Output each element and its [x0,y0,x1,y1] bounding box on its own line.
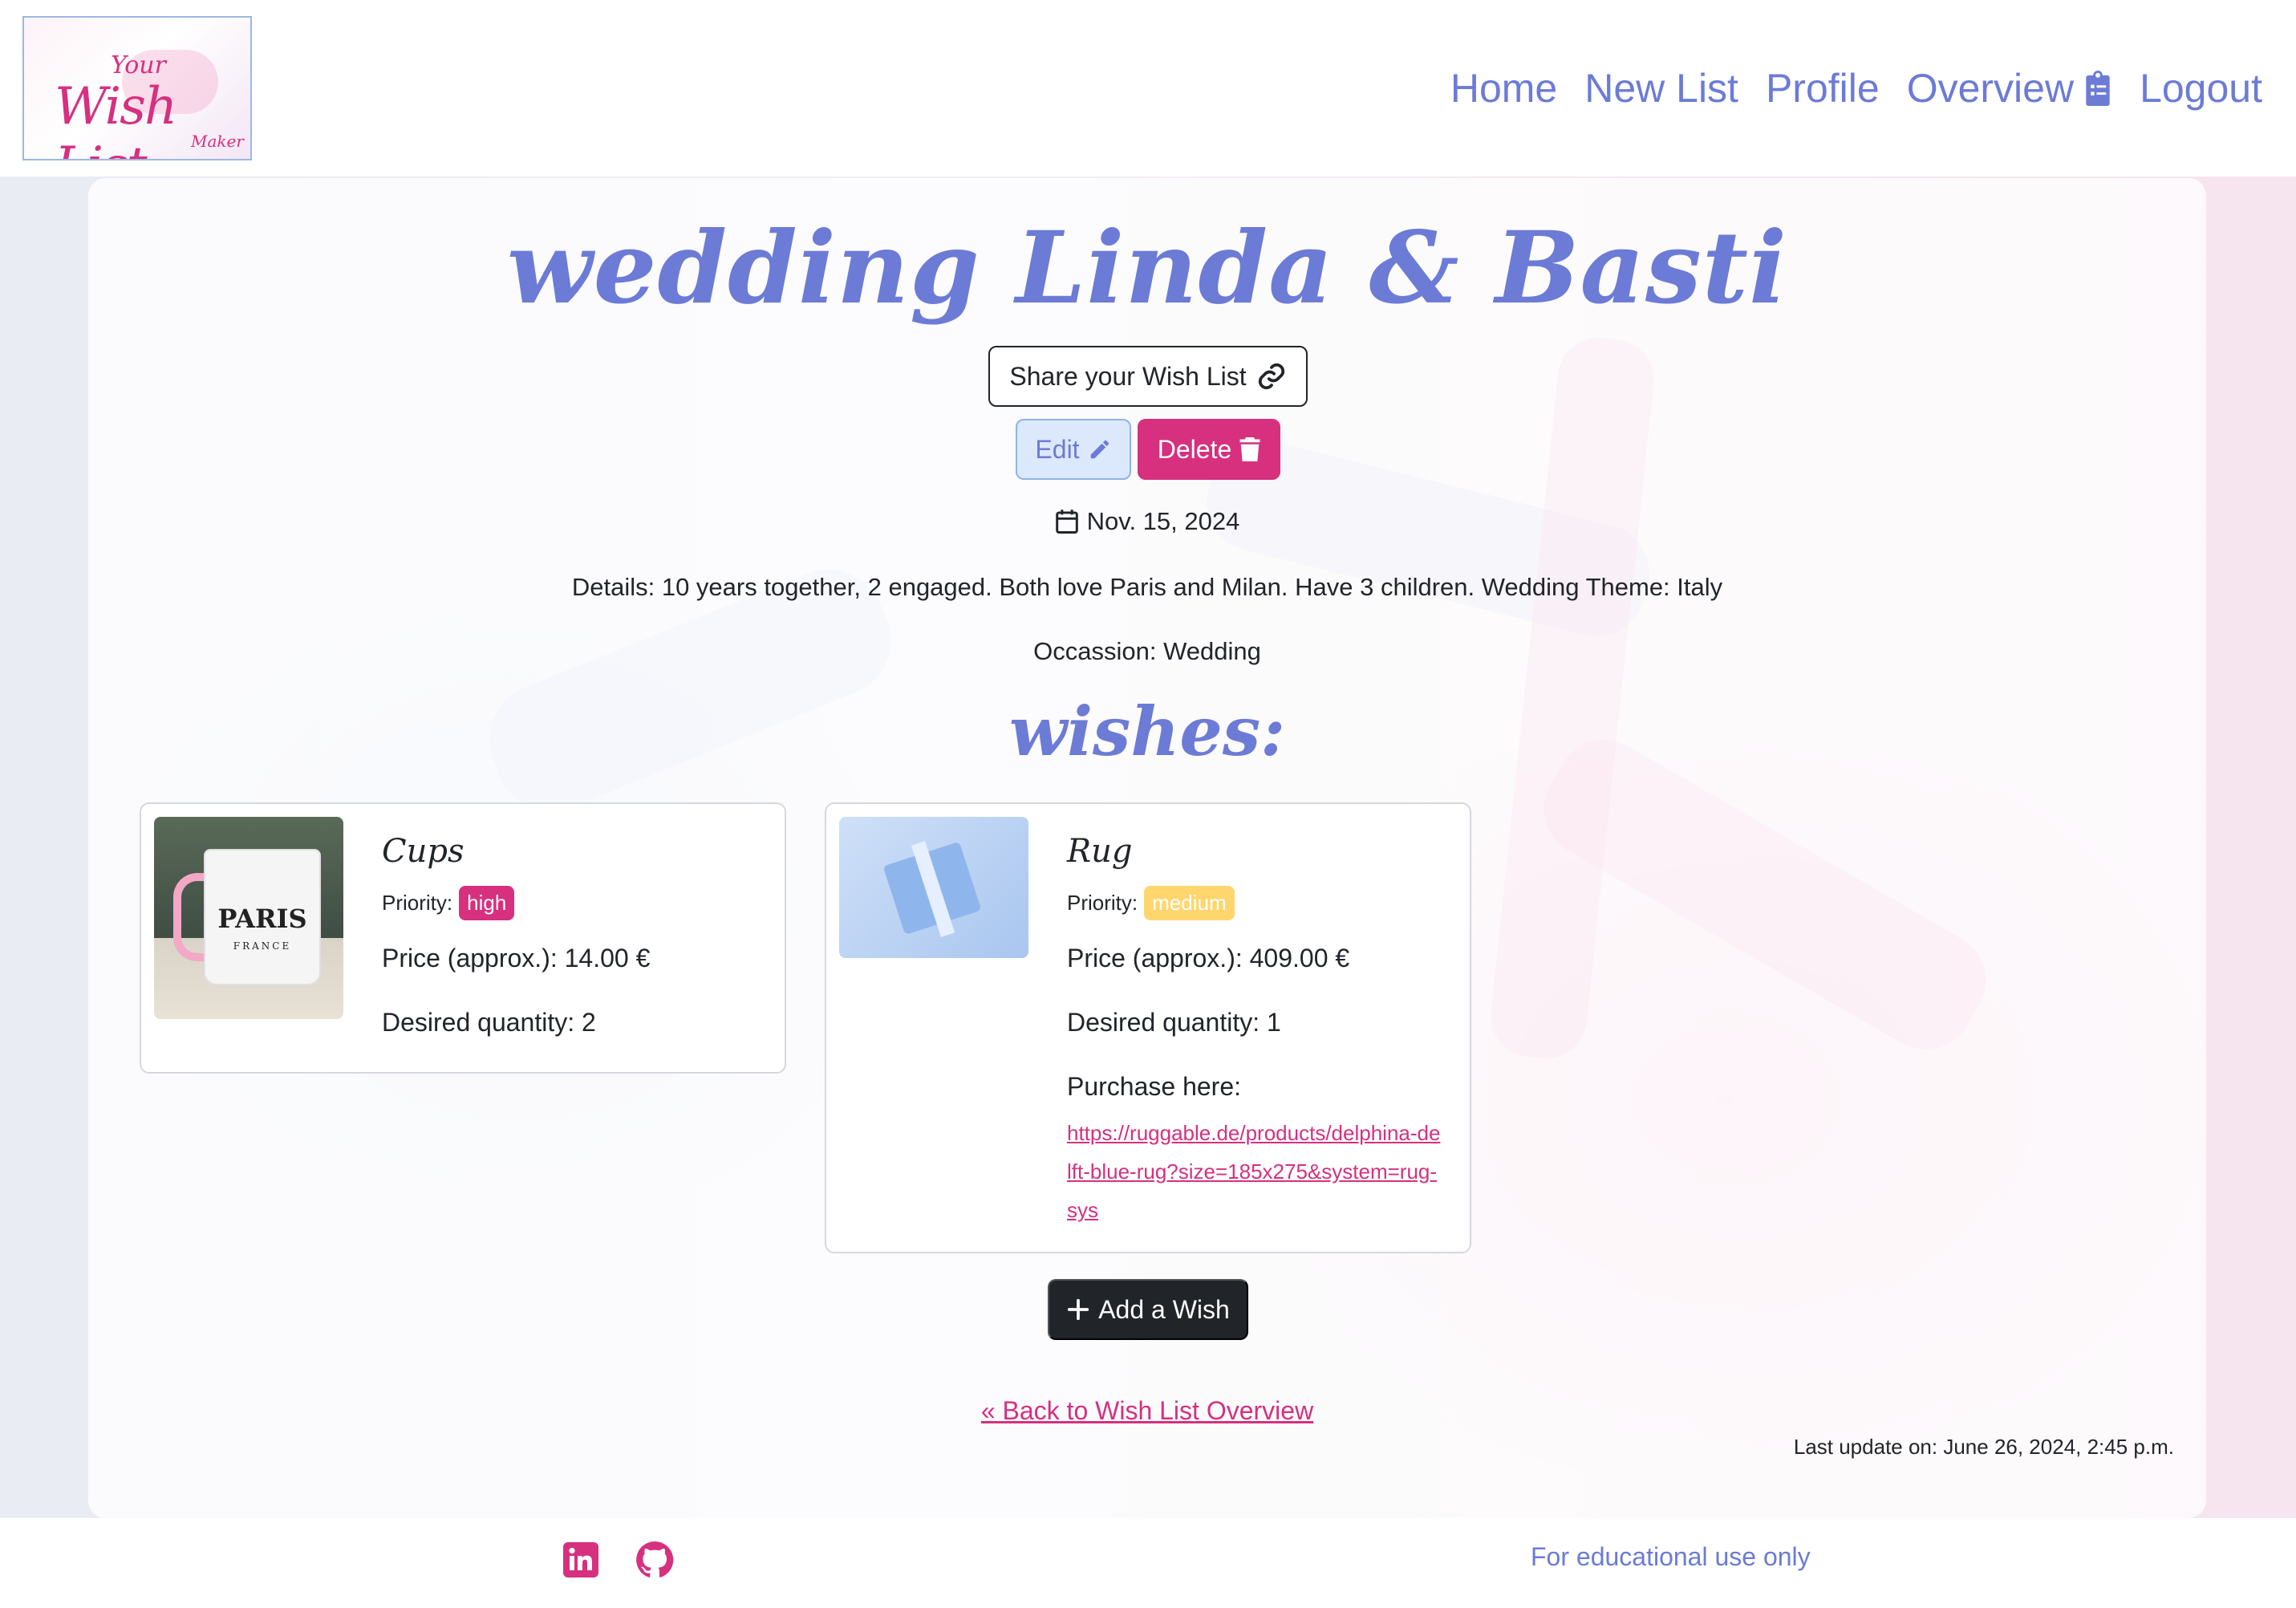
mug-print: PARIS [217,903,307,934]
trash-icon [1239,437,1260,461]
plus-icon [1068,1298,1089,1321]
github-icon[interactable] [635,1541,674,1579]
mug-shape: PARIS FRANCE [204,849,321,985]
nav-overview[interactable]: Overview [1907,65,2112,112]
pencil-icon [1090,440,1109,459]
list-occasion: Occassion: Wedding [1033,637,1261,665]
priority-label: Priority: [382,890,453,915]
add-wish-label: Add a Wish [1098,1294,1230,1324]
date-text: Nov. 15, 2024 [1086,507,1240,535]
wish-price: Price (approx.): 409.00 € [1067,944,1350,973]
wish-card: Rug Priority: medium Price (approx.): 40… [825,802,1471,1253]
wish-name: Rug [1067,833,1133,870]
edit-label: Edit [1035,434,1080,464]
event-date: Nov. 15, 2024 [88,507,2206,536]
wishes-heading: wishes: [1008,692,1286,771]
calendar-icon [1055,510,1078,534]
purchase-link[interactable]: https://ruggable.de/products/delphina-de… [1067,1114,1441,1229]
page-title: wedding Linda & Basti [506,210,1788,327]
footer-disclaimer: For educational use only [1531,1542,1811,1571]
wish-price: Price (approx.): 14.00 € [382,944,651,973]
nav-home[interactable]: Home [1450,65,1557,112]
footer: For educational use only [0,1518,2296,1608]
link-icon [1258,363,1284,390]
add-wish-button[interactable]: Add a Wish [1048,1279,1248,1340]
main-nav: Home New List Profile Overview Logout [1450,63,2262,114]
wish-priority: Priority: medium [1067,883,1454,923]
clipboard-list-icon [2086,71,2110,106]
logo-line-1: Your [111,51,166,79]
site-logo[interactable]: Your Wish List Maker [22,16,252,160]
wish-priority: Priority: high [382,883,769,923]
purchase-label: Purchase here: [1067,1072,1242,1101]
wish-name: Cups [382,833,464,870]
mug-print-sub: FRANCE [233,940,292,952]
share-wishlist-button[interactable]: Share your Wish List [988,346,1308,407]
edit-list-button[interactable]: Edit [1016,419,1131,480]
nav-profile[interactable]: Profile [1766,65,1880,112]
wish-image: PARIS FRANCE [154,817,343,1019]
linkedin-icon[interactable] [562,1541,600,1579]
back-to-overview-link[interactable]: « Back to Wish List Overview [88,1396,2206,1426]
priority-badge: high [459,885,515,920]
priority-badge: medium [1144,885,1235,920]
wishlist-panel: wedding Linda & Basti Share your Wish Li… [88,178,2206,1518]
share-label: Share your Wish List [1009,361,1247,391]
delete-label: Delete [1157,434,1232,464]
nav-new-list[interactable]: New List [1584,65,1738,112]
wish-quantity: Desired quantity: 1 [1067,1008,1281,1037]
wish-image [839,817,1028,958]
list-details: Details: 10 years together, 2 engaged. B… [571,573,1723,601]
wish-card-body: Cups Priority: high Price (approx.): 14.… [382,833,769,1051]
logo-line-3: Maker [191,132,244,151]
delete-list-button[interactable]: Delete [1138,419,1280,480]
wish-card-body: Rug Priority: medium Price (approx.): 40… [1067,833,1454,1229]
last-update: Last update on: June 26, 2024, 2:45 p.m. [1793,1435,2174,1459]
navbar: Your Wish List Maker Home New List Profi… [0,0,2296,177]
nav-logout[interactable]: Logout [2140,65,2262,112]
wish-card: PARIS FRANCE Cups Priority: high Price (… [140,802,786,1074]
priority-label: Priority: [1067,890,1138,915]
logo-script: Your Wish List Maker [48,42,244,159]
wish-quantity: Desired quantity: 2 [382,1008,596,1037]
